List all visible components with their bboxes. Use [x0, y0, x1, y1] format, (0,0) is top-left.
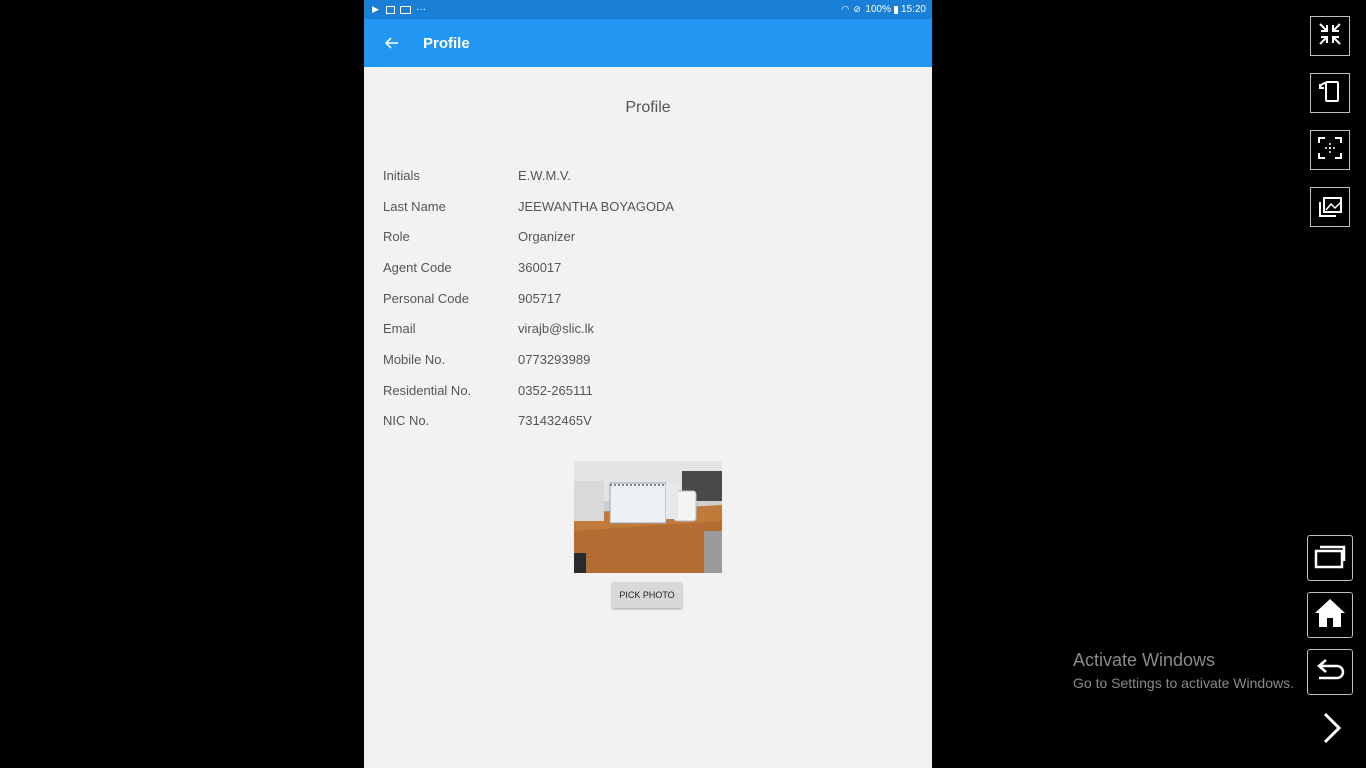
do-not-disturb-icon: ⊘ — [853, 4, 861, 14]
field-row-nic: NIC No. 731432465V — [383, 406, 913, 437]
field-row-last-name: Last Name JEEWANTHA BOYAGODA — [383, 191, 913, 222]
field-label: Last Name — [383, 198, 446, 214]
field-value: 360017 — [518, 259, 562, 275]
field-label: Mobile No. — [383, 351, 446, 367]
home-button[interactable] — [1307, 592, 1353, 638]
collapse-button[interactable] — [1310, 16, 1350, 56]
field-row-residential: Residential No. 0352-265111 — [383, 375, 913, 406]
field-value: 731432465V — [518, 413, 592, 429]
watermark-subtitle: Go to Settings to activate Windows. — [1073, 675, 1294, 691]
rotate-icon — [1317, 78, 1343, 109]
field-row-email: Email virajb@slic.lk — [383, 313, 913, 344]
notification-icon — [386, 5, 395, 14]
clock: 15:20 — [900, 4, 926, 15]
status-notifications: ▶ ··· — [372, 4, 426, 15]
recents-button[interactable] — [1307, 535, 1353, 581]
field-label: Email — [383, 321, 416, 337]
field-label: Residential No. — [383, 382, 472, 398]
watermark-title: Activate Windows — [1073, 650, 1216, 670]
field-value: Organizer — [518, 229, 576, 245]
field-value: 0773293989 — [518, 351, 591, 367]
activate-windows-watermark: Activate Windows Go to Settings to activ… — [1073, 650, 1294, 691]
field-label: Agent Code — [383, 259, 452, 275]
field-value: E.W.M.V. — [518, 167, 571, 183]
gallery-icon — [1317, 192, 1343, 223]
status-bar: ▶ ··· ◠ ⊘ 100% 15:20 — [364, 0, 932, 19]
gallery-button[interactable] — [1310, 187, 1350, 227]
field-value: 905717 — [518, 290, 562, 306]
back-icon — [1315, 657, 1345, 688]
field-label: Personal Code — [383, 290, 469, 306]
next-button[interactable] — [1314, 710, 1350, 750]
field-row-role: Role Organizer — [383, 221, 913, 252]
field-row-initials: Initials E.W.M.V. — [383, 160, 913, 191]
field-label: Role — [383, 229, 410, 245]
field-row-mobile: Mobile No. 0773293989 — [383, 344, 913, 375]
field-label: Initials — [383, 167, 420, 183]
recents-icon — [1314, 543, 1346, 574]
image-notification-icon — [400, 5, 411, 14]
app-bar: Profile — [364, 19, 932, 67]
field-label: NIC No. — [383, 413, 430, 429]
field-value: JEEWANTHA BOYAGODA — [518, 198, 675, 214]
battery-icon — [893, 5, 898, 14]
field-row-personal-code: Personal Code 905717 — [383, 283, 913, 314]
profile-photo — [574, 461, 722, 573]
back-button[interactable] — [1307, 649, 1353, 695]
field-value: virajb@slic.lk — [518, 321, 595, 337]
back-arrow-icon[interactable] — [364, 19, 420, 67]
page-heading: Profile — [625, 99, 671, 116]
field-row-agent-code: Agent Code 360017 — [383, 252, 913, 283]
profile-fields: Initials E.W.M.V. Last Name JEEWANTHA BO… — [383, 160, 913, 436]
screenshot-button[interactable] — [1310, 130, 1350, 170]
app-bar-title: Profile — [423, 34, 470, 52]
chevron-right-icon — [1322, 712, 1342, 749]
field-value: 0352-265111 — [518, 382, 593, 398]
more-notifications-icon: ··· — [416, 4, 426, 15]
play-store-icon: ▶ — [372, 4, 379, 14]
screenshot-icon — [1317, 135, 1343, 166]
wifi-icon: ◠ — [841, 4, 850, 14]
pick-photo-button[interactable]: PICK PHOTO — [612, 582, 682, 608]
phone-screen: ▶ ··· ◠ ⊘ 100% 15:20 Profile Profile Ini… — [364, 0, 932, 768]
battery-percent: 100% — [865, 4, 891, 15]
status-system: ◠ ⊘ 100% 15:20 — [841, 4, 926, 15]
collapse-icon — [1317, 21, 1343, 52]
home-icon — [1314, 598, 1346, 633]
rotate-button[interactable] — [1310, 73, 1350, 113]
